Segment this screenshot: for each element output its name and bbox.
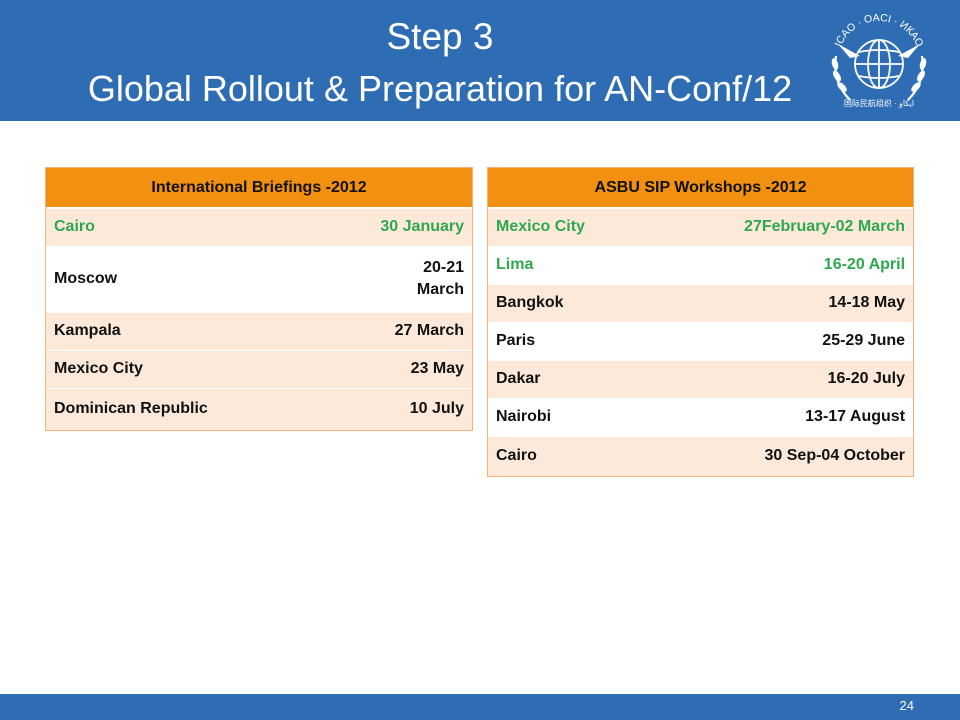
city-cell: Moscow	[46, 245, 286, 312]
table-header: International Briefings -2012	[46, 168, 473, 209]
city-cell: Dominican Republic	[46, 387, 286, 430]
table-row: Cairo 30 Sep-04 October	[488, 435, 914, 476]
city-cell: Mexico City	[46, 349, 286, 388]
date-cell: 20-21 March	[286, 245, 473, 312]
city-cell: Kampala	[46, 311, 286, 350]
city-cell: Mexico City	[488, 207, 678, 246]
date-cell: 30 January	[286, 207, 473, 246]
svg-text:国际民航组织 · ايكاو: 国际民航组织 · ايكاو	[844, 98, 914, 108]
footer-bar: 24	[0, 694, 960, 720]
table-row: Dominican Republic 10 July	[46, 387, 473, 430]
date-cell: 16-20 July	[678, 359, 914, 398]
title-banner: Step 3 Global Rollout & Preparation for …	[0, 0, 960, 121]
city-cell: Cairo	[488, 435, 678, 476]
date-cell: 14-18 May	[678, 283, 914, 322]
city-cell: Paris	[488, 321, 678, 360]
city-cell: Nairobi	[488, 397, 678, 436]
table-row: Cairo 30 January	[46, 207, 473, 246]
city-cell: Lima	[488, 245, 678, 284]
slide-title: Step 3	[386, 16, 494, 57]
table-row: Moscow 20-21 March	[46, 245, 473, 312]
table-row: Nairobi 13-17 August	[488, 397, 914, 436]
table-row: Mexico City 23 May	[46, 349, 473, 388]
date-cell: 23 May	[286, 349, 473, 388]
date-cell: 30 Sep-04 October	[678, 435, 914, 476]
slide-subtitle: Global Rollout & Preparation for AN-Conf…	[87, 68, 793, 109]
city-cell: Bangkok	[488, 283, 678, 322]
table-row: Lima 16-20 April	[488, 245, 914, 284]
international-briefings-table: International Briefings -2012 Cairo 30 J…	[44, 167, 474, 431]
table-row: Paris 25-29 June	[488, 321, 914, 360]
date-cell: 27February-02 March	[678, 207, 914, 246]
table-row: Dakar 16-20 July	[488, 359, 914, 398]
date-cell: 10 July	[286, 387, 473, 430]
date-cell: 27 March	[286, 311, 473, 350]
icao-logo: ICAO · OACI · ИКАО 国际民航组织 · ايكاو	[831, 12, 927, 108]
date-cell: 16-20 April	[678, 245, 914, 284]
page-number: 24	[899, 698, 914, 713]
date-cell: 13-17 August	[678, 397, 914, 436]
table-row: Bangkok 14-18 May	[488, 283, 914, 322]
asbu-sip-workshops-table: ASBU SIP Workshops -2012 Mexico City 27F…	[486, 167, 915, 477]
table-row: Mexico City 27February-02 March	[488, 207, 914, 246]
city-cell: Cairo	[46, 207, 286, 246]
date-cell: 25-29 June	[678, 321, 914, 360]
table-header: ASBU SIP Workshops -2012	[488, 168, 914, 209]
table-row: Kampala 27 March	[46, 311, 473, 350]
city-cell: Dakar	[488, 359, 678, 398]
